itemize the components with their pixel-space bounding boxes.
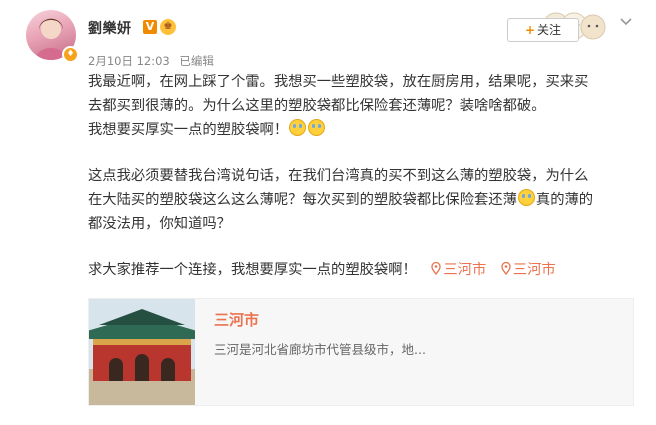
- paragraph-2-line-2-text-b: 真的薄的: [535, 192, 594, 208]
- plus-icon: +: [524, 23, 536, 37]
- paragraph-3: 求大家推荐一个连接，我想要厚实一点的塑胶袋啊！ 三河市 三河市: [88, 258, 638, 282]
- paragraph-1-line-3-text: 我想要买厚实一点的塑胶袋啊！: [88, 122, 289, 138]
- paragraph-2-line-2-text-a: 在大陆买的塑胶袋这么这么薄呢？每次买到的塑胶袋都比保险套还薄: [88, 192, 517, 208]
- member-level-icon: ♚: [160, 19, 176, 35]
- follow-button[interactable]: + 关注: [507, 18, 579, 42]
- edit-status: 已编辑: [179, 54, 214, 68]
- paragraph-2-line-3: 都没法用，你知道吗？: [88, 216, 231, 232]
- location-card-title[interactable]: 三河市: [214, 309, 259, 330]
- location-pin-icon: [501, 262, 511, 275]
- post-body: 我最近啊，在网上踩了个雷。我想买一些塑胶袋，放在厨房用，结果呢，买来买 去都买到…: [88, 70, 638, 282]
- location-tag[interactable]: 三河市: [491, 262, 556, 278]
- location-card-description: 三河是河北省廊坊市代管县级市，地...: [214, 342, 426, 357]
- location-tag-label: 三河市: [443, 262, 487, 278]
- location-tag-label: 三河市: [512, 262, 556, 278]
- post-date[interactable]: 2月10日 12:03: [88, 54, 170, 68]
- crying-emoji-icon: [308, 119, 326, 136]
- location-tag[interactable]: 三河市: [421, 262, 486, 278]
- avatar-badge-icon: ♦: [62, 46, 79, 63]
- post-meta: 2月10日 12:03 已编辑: [88, 53, 214, 69]
- follow-label: 关注: [537, 23, 562, 37]
- crying-emoji-icon: [289, 119, 307, 136]
- location-card[interactable]: 三河市 三河是河北省廊坊市代管县级市，地...: [88, 298, 634, 406]
- chevron-down-icon[interactable]: [618, 14, 634, 30]
- crying-emoji-icon: [517, 189, 535, 206]
- verified-icon: V: [143, 20, 157, 34]
- paragraph-1-line-3: 我想要买厚实一点的塑胶袋啊！: [88, 118, 638, 142]
- location-card-image: [89, 299, 195, 405]
- paragraph-1-line-2: 去都买到很薄的。为什么这里的塑胶袋都比保险套还薄呢？装啥啥都破。: [88, 98, 546, 114]
- author-name[interactable]: 劉樂妍: [88, 18, 132, 38]
- paragraph-2-line-2: 在大陆买的塑胶袋这么这么薄呢？每次买到的塑胶袋都比保险套还薄 真的薄的: [88, 188, 638, 212]
- paragraph-3-text: 求大家推荐一个连接，我想要厚实一点的塑胶袋啊！: [88, 262, 417, 278]
- location-pin-icon: [431, 262, 442, 275]
- paragraph-1-line-1: 我最近啊，在网上踩了个雷。我想买一些塑胶袋，放在厨房用，结果呢，买来买: [88, 74, 589, 90]
- paragraph-2-line-1: 这点我必须要替我台湾说句话，在我们台湾真的买不到这么薄的塑胶袋，为什么: [88, 168, 589, 184]
